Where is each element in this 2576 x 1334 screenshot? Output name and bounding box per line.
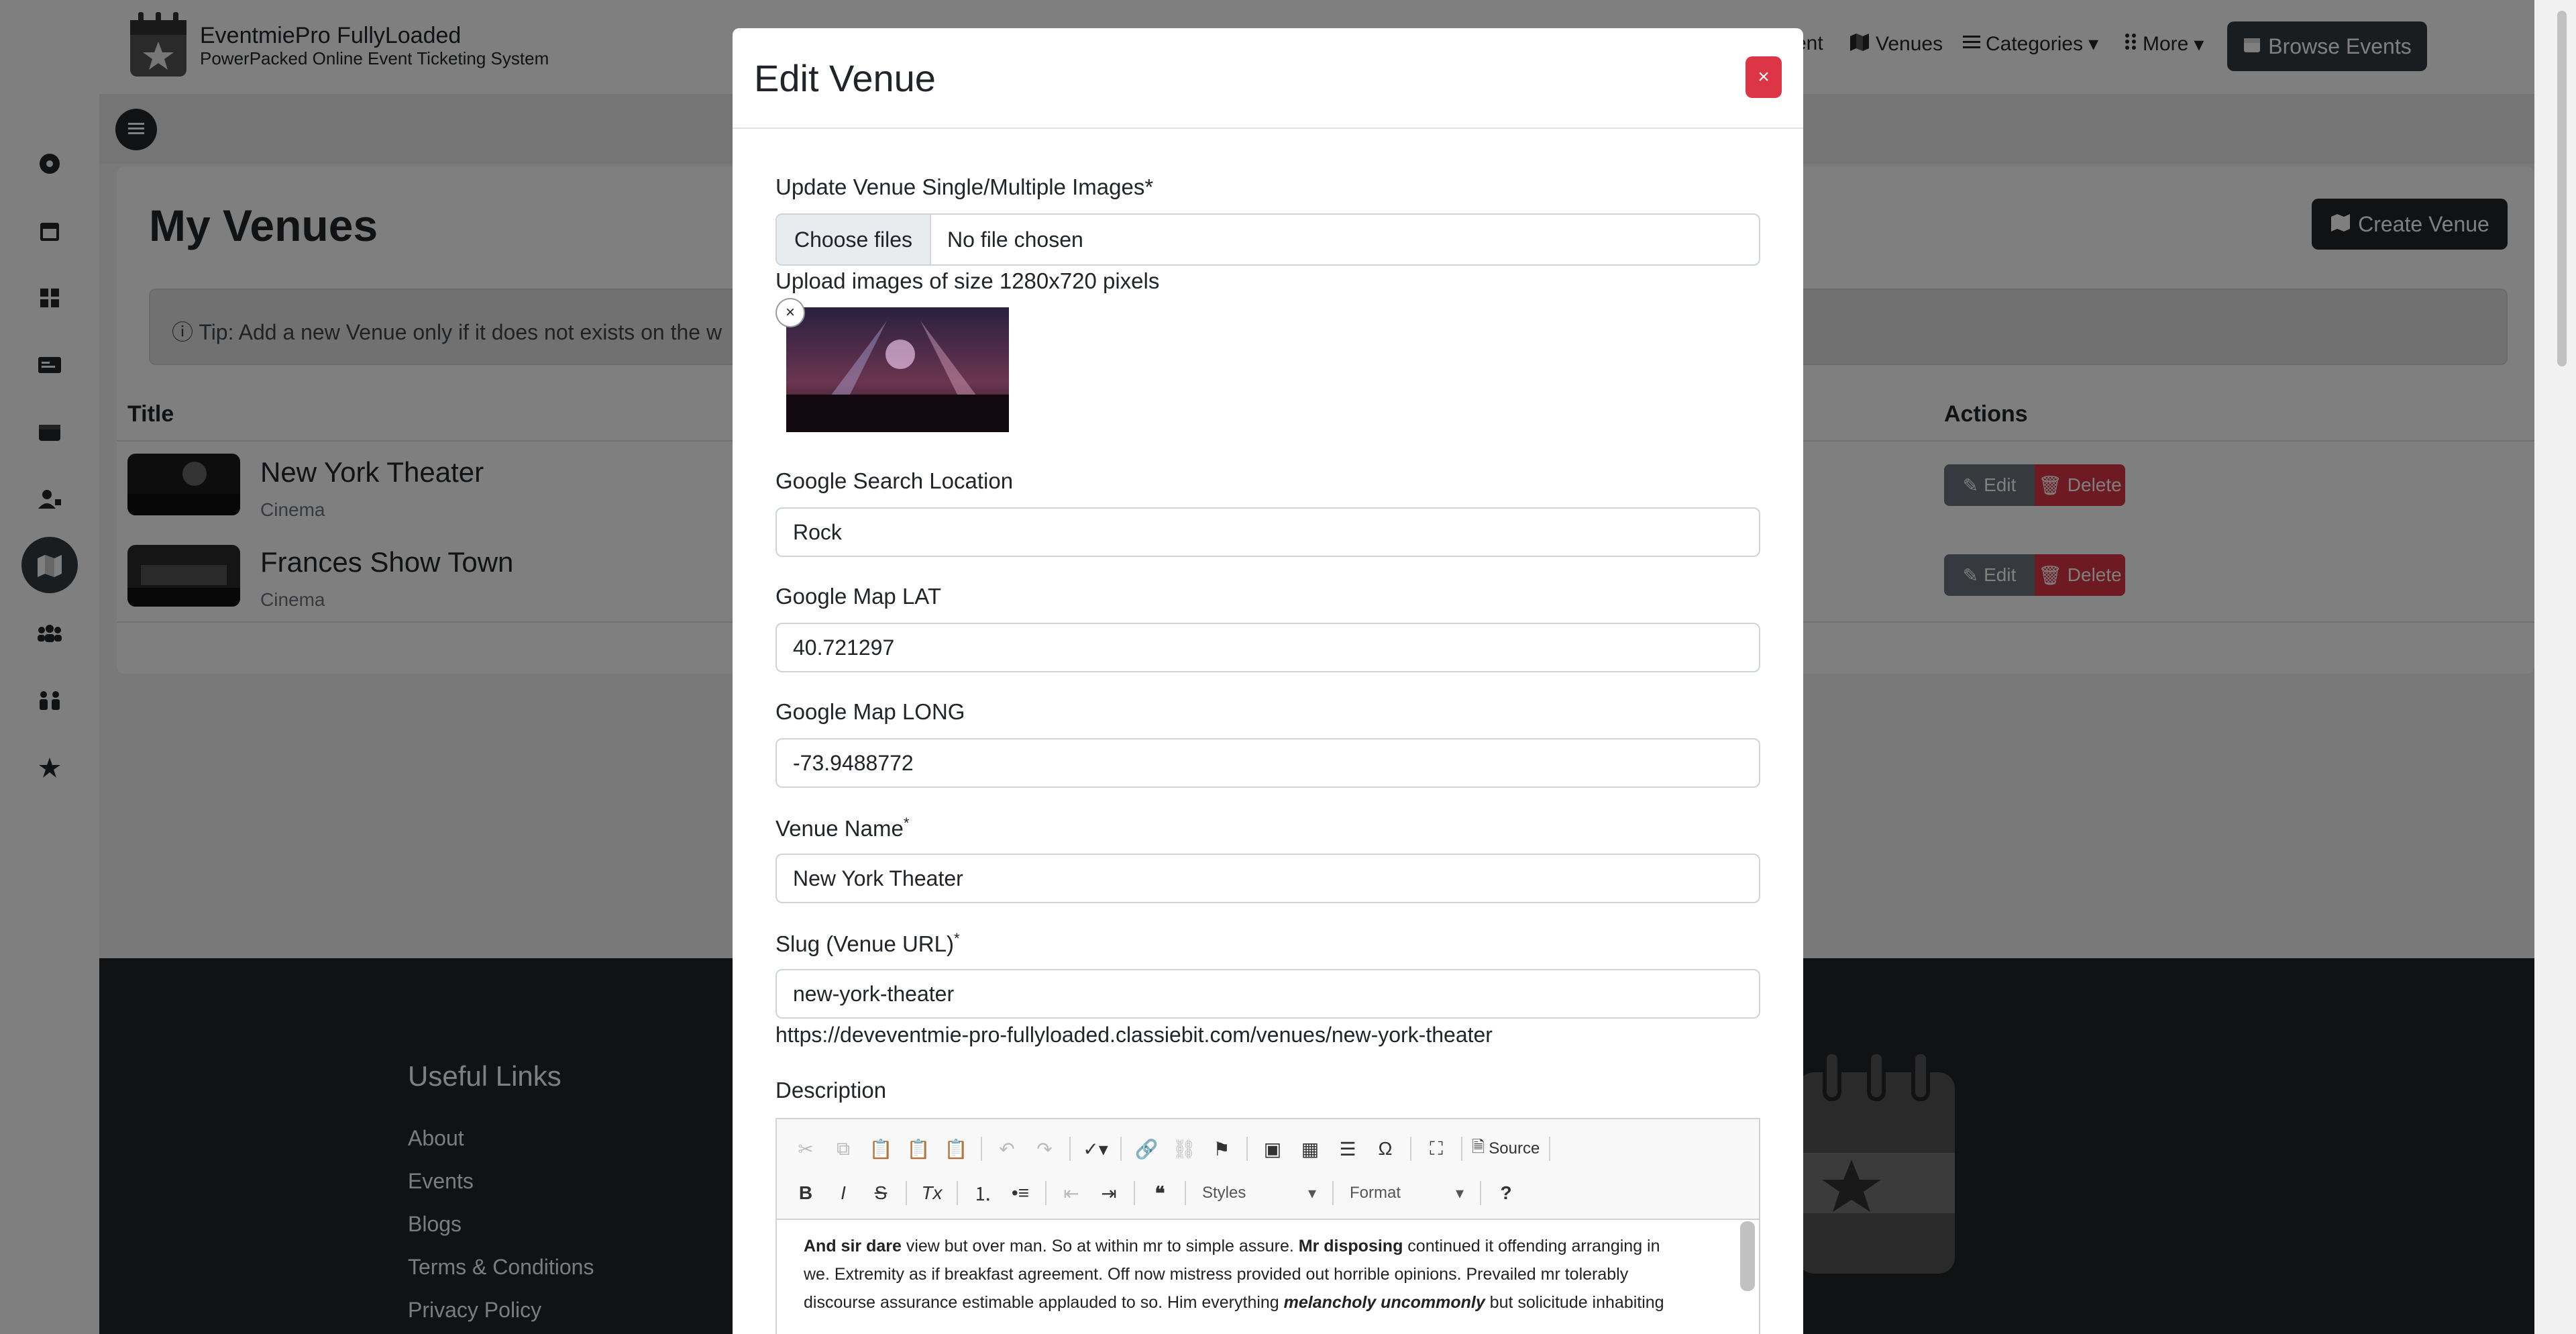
file-status: No file chosen (947, 227, 1083, 252)
toolbar-separator (1410, 1137, 1411, 1161)
images-file-input[interactable]: Choose files No file chosen (775, 213, 1760, 266)
slug-input[interactable]: new-york-theater (775, 969, 1760, 1019)
unlink-icon[interactable]: ⛓ (1169, 1133, 1199, 1164)
editor-toolbar-row-2: B I S Tx ⒈ •≡ ⇤ ⇥ ❝ Styles ▾ Format ▾ ? (790, 1174, 1521, 1212)
blockquote-icon[interactable]: ❝ (1144, 1178, 1175, 1209)
format-label: Format (1350, 1184, 1401, 1202)
source-button[interactable]: 🗎 Source (1472, 1133, 1540, 1164)
bold-text: And sir dare (804, 1237, 902, 1255)
close-icon: × (785, 303, 795, 321)
toolbar-separator (1069, 1137, 1071, 1161)
long-input[interactable]: -73.9488772 (775, 738, 1760, 788)
venue-name-label: Venue Name* (775, 815, 909, 841)
special-char-icon[interactable]: Ω (1370, 1133, 1401, 1164)
toolbar-separator (906, 1181, 907, 1205)
help-icon[interactable]: ? (1491, 1178, 1521, 1209)
format-dropdown[interactable]: Format ▾ (1343, 1178, 1470, 1209)
images-hint: Upload images of size 1280x720 pixels (775, 268, 1160, 293)
choose-files-button[interactable]: Choose files (777, 215, 931, 264)
document-icon: 🗎 (1472, 1137, 1485, 1156)
table-icon[interactable]: ▦ (1295, 1133, 1326, 1164)
strike-icon[interactable]: S (865, 1178, 896, 1209)
outdent-icon[interactable]: ⇤ (1056, 1178, 1087, 1209)
editor-toolbar-row-1: ✂ ⧉ 📋 📋 📋 ↶ ↷ ✓▾ 🔗 ⛓ ⚑ ▣ ▦ ☰ Ω ⛶ 🗎 Sourc… (790, 1130, 1553, 1168)
styles-dropdown[interactable]: Styles ▾ (1195, 1178, 1323, 1209)
required-mark: * (953, 930, 960, 947)
required-mark: * (903, 815, 910, 831)
bold-icon[interactable]: B (790, 1178, 821, 1209)
caret-down-icon: ▾ (1307, 1184, 1316, 1202)
page-scrollbar-thumb[interactable] (2557, 11, 2567, 366)
editor-scrollbar-thumb[interactable] (1740, 1221, 1755, 1291)
location-input[interactable]: Rock (775, 507, 1760, 557)
toolbar-separator (1549, 1137, 1551, 1161)
editor-line: And sir dare view but over man. So at wi… (804, 1232, 1716, 1260)
spellcheck-icon[interactable]: ✓▾ (1080, 1133, 1111, 1164)
editor-line: we. Extremity as if breakfast agreement.… (804, 1265, 1629, 1284)
slug-label: Slug (Venue URL)* (775, 930, 960, 957)
toolbar-separator (1480, 1181, 1481, 1205)
lat-input[interactable]: 40.721297 (775, 623, 1760, 672)
link-icon[interactable]: 🔗 (1131, 1133, 1162, 1164)
bullet-list-icon[interactable]: •≡ (1005, 1178, 1036, 1209)
description-editor[interactable]: ✂ ⧉ 📋 📋 📋 ↶ ↷ ✓▾ 🔗 ⛓ ⚑ ▣ ▦ ☰ Ω ⛶ 🗎 Sourc… (775, 1118, 1760, 1334)
close-icon: × (1758, 66, 1770, 88)
paste-icon[interactable]: 📋 (865, 1133, 896, 1164)
close-button[interactable]: × (1746, 56, 1782, 98)
undo-icon[interactable]: ↶ (991, 1133, 1022, 1164)
numbered-list-icon[interactable]: ⒈ (967, 1178, 998, 1209)
lat-label: Google Map LAT (775, 584, 942, 609)
editor-text: continued it offending arranging in (1403, 1237, 1660, 1255)
toolbar-separator (1134, 1181, 1135, 1205)
editor-line: discourse assurance estimable applauded … (804, 1288, 1716, 1317)
image-icon[interactable]: ▣ (1257, 1133, 1288, 1164)
caret-down-icon: ▾ (1455, 1184, 1464, 1202)
editor-toolbar: ✂ ⧉ 📋 📋 📋 ↶ ↷ ✓▾ 🔗 ⛓ ⚑ ▣ ▦ ☰ Ω ⛶ 🗎 Sourc… (777, 1119, 1759, 1220)
toolbar-separator (1120, 1137, 1122, 1161)
toolbar-separator (1045, 1181, 1046, 1205)
remove-image-button[interactable]: × (775, 298, 805, 327)
venue-name-label-text: Venue Name (775, 816, 904, 841)
redo-icon[interactable]: ↷ (1029, 1133, 1060, 1164)
toolbar-separator (1185, 1181, 1186, 1205)
modal-header: Edit Venue × (733, 28, 1803, 129)
italic-icon[interactable]: I (828, 1178, 859, 1209)
venue-name-input[interactable]: New York Theater (775, 854, 1760, 903)
bold-text: Mr disposing (1298, 1237, 1403, 1255)
maximize-icon[interactable]: ⛶ (1421, 1133, 1452, 1164)
editor-text: discourse assurance estimable applauded … (804, 1293, 1284, 1312)
venue-image-preview (786, 307, 1009, 432)
paste-word-icon[interactable]: 📋 (941, 1133, 971, 1164)
toolbar-separator (957, 1181, 958, 1205)
toolbar-separator (1461, 1137, 1462, 1161)
toolbar-separator (981, 1137, 982, 1161)
modal-title: Edit Venue (754, 57, 936, 99)
venue-url: https://deveventmie-pro-fullyloaded.clas… (775, 1023, 1493, 1047)
indent-icon[interactable]: ⇥ (1093, 1178, 1124, 1209)
description-label: Description (775, 1078, 887, 1102)
source-label: Source (1489, 1139, 1540, 1158)
copy-icon[interactable]: ⧉ (828, 1133, 859, 1164)
paste-text-icon[interactable]: 📋 (903, 1133, 934, 1164)
toolbar-separator (1332, 1181, 1334, 1205)
long-label: Google Map LONG (775, 699, 965, 724)
editor-text: but solicitude inhabiting (1485, 1293, 1664, 1312)
images-label: Update Venue Single/Multiple Images* (775, 174, 1154, 199)
cut-icon[interactable]: ✂ (790, 1133, 821, 1164)
page-scrollbar[interactable] (2534, 0, 2576, 1334)
editor-content[interactable]: And sir dare view but over man. So at wi… (804, 1232, 1716, 1317)
toolbar-separator (1246, 1137, 1248, 1161)
edit-venue-modal: Edit Venue × Update Venue Single/Multipl… (733, 28, 1803, 1334)
location-label: Google Search Location (775, 468, 1014, 493)
anchor-flag-icon[interactable]: ⚑ (1206, 1133, 1237, 1164)
remove-format-icon[interactable]: Tx (916, 1178, 947, 1209)
horizontal-rule-icon[interactable]: ☰ (1332, 1133, 1363, 1164)
slug-label-text: Slug (Venue URL) (775, 931, 954, 956)
bold-italic-text: melancholy uncommonly (1283, 1293, 1485, 1312)
editor-text: view but over man. So at within mr to si… (901, 1237, 1299, 1255)
styles-label: Styles (1202, 1184, 1246, 1202)
